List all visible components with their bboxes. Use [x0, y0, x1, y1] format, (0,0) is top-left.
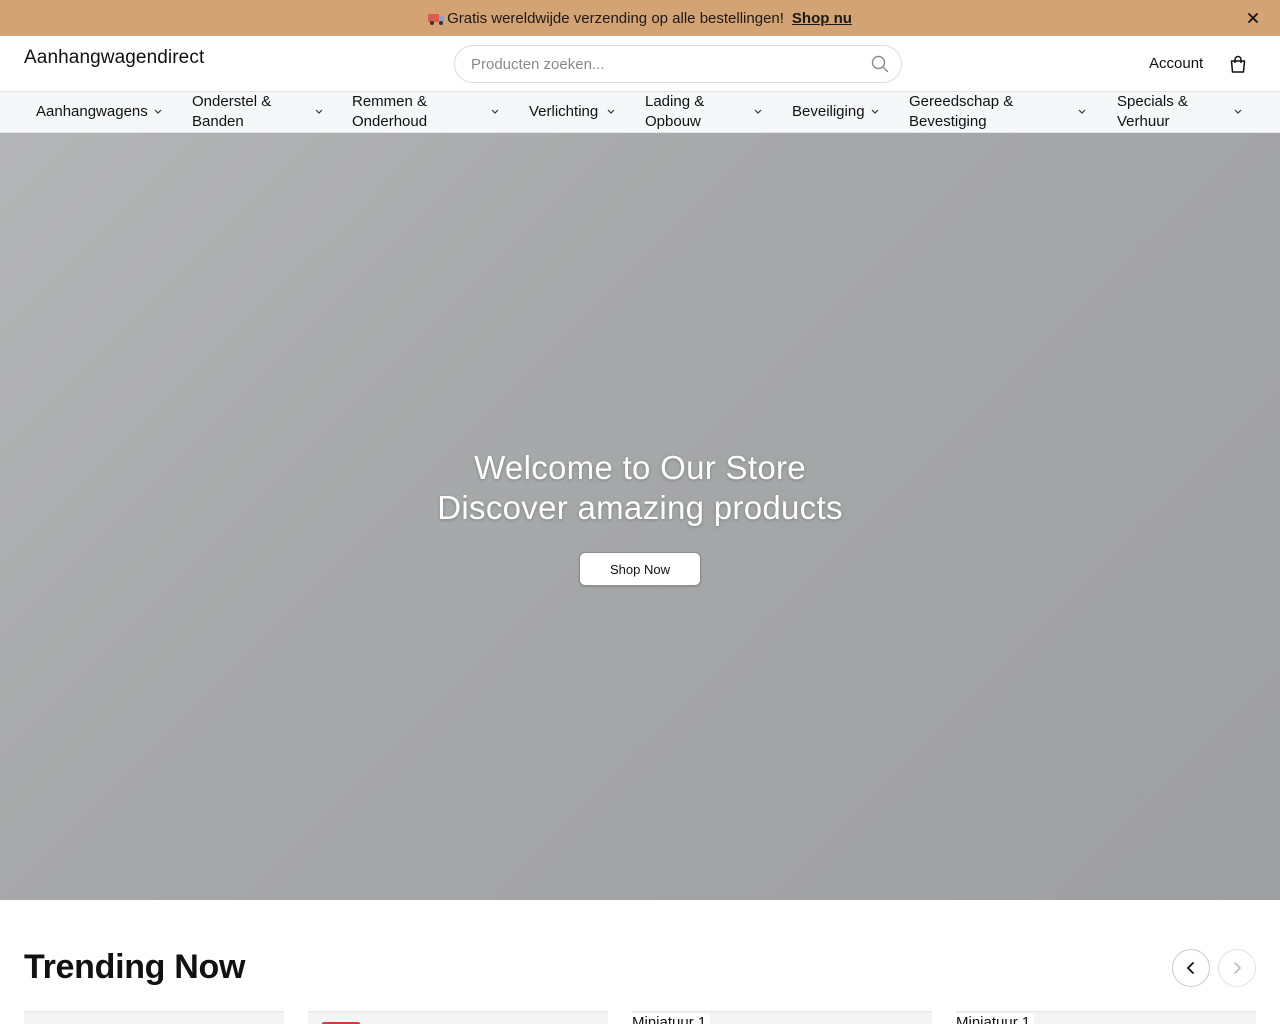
- carousel-prev-button[interactable]: [1172, 949, 1210, 987]
- chevron-down-icon: [1078, 109, 1086, 114]
- search-bar: [454, 45, 902, 83]
- main-navigation: Aanhangwagens Onderstel & Banden Remmen …: [0, 91, 1280, 133]
- chevron-down-icon: [754, 109, 762, 114]
- nav-item-remmen-onderhoud[interactable]: Remmen & Onderhoud: [352, 92, 508, 132]
- hero-title: Welcome to Our Store: [474, 449, 806, 486]
- product-name: Miniatuur 1: [632, 1014, 711, 1024]
- chevron-down-icon: [871, 109, 879, 114]
- hero-banner: Welcome to Our Store Discover amazing pr…: [0, 133, 1280, 900]
- nav-item-label: Verhuur: [1117, 113, 1170, 130]
- nav-item-label: Beveiliging: [792, 103, 865, 120]
- chevron-down-icon: [607, 109, 615, 114]
- nav-item-label: Onderstel &: [192, 93, 272, 110]
- chevron-left-icon: [1187, 962, 1194, 974]
- chevron-down-icon: [491, 109, 499, 114]
- nav-item-onderstel-banden[interactable]: Onderstel & Banden: [192, 92, 332, 132]
- chevron-down-icon: [1234, 109, 1242, 114]
- announcement-text: Gratis wereldwijde verzending op alle be…: [447, 9, 784, 27]
- store-logo[interactable]: Aanhangwagendirect: [24, 47, 204, 69]
- product-card[interactable]: [24, 1011, 284, 1024]
- truck-icon: [428, 13, 445, 25]
- nav-item-label: Aanhangwagens: [36, 103, 148, 120]
- shop-now-button[interactable]: Shop Now: [579, 552, 701, 586]
- product-card[interactable]: Miniatuur 1: [632, 1011, 932, 1024]
- product-card[interactable]: [308, 1011, 608, 1024]
- nav-item-label: Verlichting: [529, 103, 599, 120]
- carousel-next-button[interactable]: [1218, 949, 1256, 987]
- nav-item-label: Opbouw: [645, 113, 701, 130]
- shopping-bag-icon[interactable]: [1228, 54, 1248, 74]
- nav-item-label: Specials &: [1117, 93, 1188, 110]
- hero-subtitle: Discover amazing products: [437, 489, 843, 526]
- search-icon[interactable]: [871, 55, 889, 73]
- nav-item-beveiliging[interactable]: Beveiliging: [792, 92, 879, 132]
- account-link[interactable]: Account: [1149, 55, 1203, 72]
- nav-item-label: Lading &: [645, 93, 705, 110]
- site-header: Aanhangwagendirect Account: [0, 36, 1280, 92]
- chevron-down-icon: [154, 109, 162, 114]
- nav-item-gereedschap-bevestiging[interactable]: Gereedschap & Bevestiging: [909, 92, 1095, 132]
- nav-item-specials-verhuur[interactable]: Specials & Verhuur: [1117, 92, 1249, 132]
- announcement-bar: Gratis wereldwijde verzending op alle be…: [0, 0, 1280, 36]
- nav-item-label: Bevestiging: [909, 113, 987, 130]
- product-card[interactable]: Miniatuur 1: [956, 1011, 1256, 1024]
- nav-item-label: Remmen &: [352, 93, 428, 110]
- shop-now-link[interactable]: Shop nu: [792, 10, 852, 27]
- trending-title: Trending Now: [24, 948, 246, 986]
- search-input[interactable]: [471, 46, 861, 82]
- nav-item-label: Gereedschap &: [909, 93, 1014, 110]
- nav-item-lading-opbouw[interactable]: Lading & Opbouw: [645, 92, 771, 132]
- nav-item-verlichting[interactable]: Verlichting: [529, 92, 615, 132]
- nav-item-aanhangwagens[interactable]: Aanhangwagens: [36, 92, 162, 132]
- chevron-right-icon: [1234, 962, 1241, 974]
- chevron-down-icon: [315, 109, 323, 114]
- product-name: Miniatuur 1: [956, 1014, 1035, 1024]
- close-icon[interactable]: [1244, 9, 1262, 27]
- nav-item-label: Onderhoud: [352, 113, 428, 130]
- nav-item-label: Banden: [192, 113, 244, 130]
